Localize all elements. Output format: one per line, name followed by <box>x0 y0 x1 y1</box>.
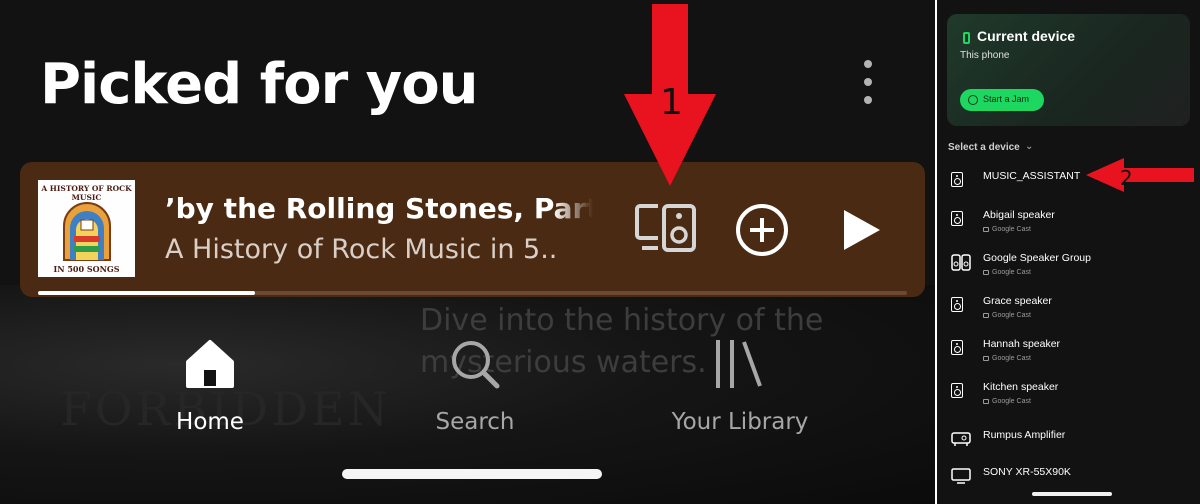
jam-icon <box>968 95 978 105</box>
chevron-down-icon[interactable]: ⌄ <box>1025 141 1033 152</box>
device-name: SONY XR-55X90K <box>983 466 1071 478</box>
home-icon <box>186 340 234 388</box>
start-jam-button[interactable]: Start a Jam <box>960 89 1044 111</box>
device-cast-label: Google Cast <box>983 312 1031 319</box>
cast-icon <box>983 313 989 318</box>
annotation-arrow-2 <box>1086 158 1194 192</box>
speaker-icon <box>951 211 963 226</box>
device-picker-panel: Current device This phone Start a Jam Se… <box>937 0 1200 504</box>
cast-icon <box>983 227 989 232</box>
cover-title-text: A HISTORY OF ROCK MUSIC <box>41 184 132 202</box>
device-name: Google Speaker Group <box>983 252 1091 264</box>
playback-progress-bar[interactable] <box>38 291 907 295</box>
nav-search-label: Search <box>435 409 515 435</box>
home-indicator[interactable] <box>342 469 602 479</box>
select-device-label[interactable]: Select a device <box>948 142 1020 153</box>
device-name: Hannah speaker <box>983 338 1061 350</box>
speaker-group-icon <box>951 254 971 271</box>
phone-icon <box>963 32 970 44</box>
device-name: Kitchen speaker <box>983 381 1059 393</box>
tv-icon <box>951 468 971 484</box>
library-icon <box>716 340 762 388</box>
nav-home-label: Home <box>176 409 244 435</box>
annotation-label-1: 1 <box>660 82 683 123</box>
play-icon <box>844 210 880 250</box>
nav-search[interactable]: Search <box>420 338 530 435</box>
playback-progress-fill <box>38 291 256 295</box>
current-device-subtitle: This phone <box>960 50 1010 61</box>
current-device-card: Current device This phone Start a Jam <box>947 14 1190 126</box>
section-title: Picked for you <box>40 52 479 117</box>
cast-icon <box>983 399 989 404</box>
device-cast-label: Google Cast <box>983 355 1031 362</box>
device-abigail-speaker[interactable]: Abigail speaker Google Cast <box>947 209 1187 249</box>
device-kitchen-speaker[interactable]: Kitchen speaker Google Cast <box>947 381 1187 421</box>
plus-circle-icon <box>736 204 788 256</box>
cast-icon <box>983 270 989 275</box>
device-cast-label: Google Cast <box>983 398 1031 405</box>
start-jam-label: Start a Jam <box>983 94 1030 104</box>
current-device-title: Current device <box>977 28 1076 44</box>
device-sony-tv[interactable]: SONY XR-55X90K <box>947 466 1187 504</box>
track-title[interactable]: ’by the Rolling Stones, Part O <box>165 192 593 225</box>
device-grace-speaker[interactable]: Grace speaker Google Cast <box>947 295 1187 335</box>
device-name: Abigail speaker <box>983 209 1055 221</box>
annotation-label-2: 2 <box>1120 166 1133 190</box>
device-hannah-speaker[interactable]: Hannah speaker Google Cast <box>947 338 1187 378</box>
devices-icon <box>635 204 696 252</box>
home-indicator[interactable] <box>1032 492 1112 496</box>
search-icon <box>452 341 500 389</box>
track-subtitle[interactable]: A History of Rock Music in 5.. <box>165 234 557 265</box>
nav-library-label: Your Library <box>671 409 809 435</box>
speaker-icon <box>951 172 963 187</box>
device-google-speaker-group[interactable]: Google Speaker Group Google Cast <box>947 252 1187 292</box>
amplifier-icon <box>951 432 971 446</box>
speaker-icon <box>951 340 963 355</box>
device-name: MUSIC_ASSISTANT <box>983 170 1081 182</box>
podcast-cover-art[interactable]: A HISTORY OF ROCK MUSIC IN 500 SONGS <box>38 180 135 277</box>
device-cast-label: Google Cast <box>983 269 1031 276</box>
cover-subtitle-text: IN 500 SONGS <box>53 264 120 274</box>
play-button[interactable] <box>840 206 884 254</box>
device-name: Grace speaker <box>983 295 1052 307</box>
cast-icon <box>983 356 989 361</box>
device-rumpus-amplifier[interactable]: Rumpus Amplifier <box>947 429 1187 469</box>
speaker-icon <box>951 383 963 398</box>
device-name: Rumpus Amplifier <box>983 429 1066 441</box>
add-to-library-button[interactable] <box>734 202 790 258</box>
nav-library[interactable]: Your Library <box>660 338 820 435</box>
device-cast-label: Google Cast <box>983 226 1031 233</box>
speaker-icon <box>951 297 963 312</box>
jukebox-icon <box>63 202 111 261</box>
spotify-main-screen: Dive into the history of the mysterious … <box>0 0 935 504</box>
nav-home[interactable]: Home <box>170 338 250 435</box>
more-options-icon[interactable] <box>860 60 876 110</box>
connect-device-button[interactable] <box>634 202 698 254</box>
now-playing-bar[interactable]: A HISTORY OF ROCK MUSIC IN 500 SONGS ’by… <box>20 162 925 297</box>
